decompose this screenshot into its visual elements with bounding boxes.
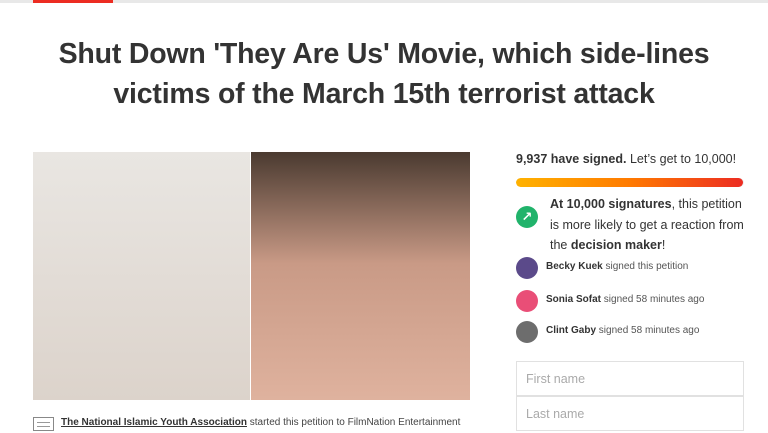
signature-count: 9,937 have signed. Let’s get to 10,000! <box>516 152 746 166</box>
organization-link[interactable]: The National Islamic Youth Association <box>61 417 247 428</box>
signer-name: Sonia Sofat <box>546 294 602 305</box>
starter-text: The National Islamic Youth Association s… <box>61 417 460 428</box>
recent-signer-text: Sonia Sofat signed 58 minutes ago <box>546 294 704 305</box>
reaction-text: At 10,000 signatures, this petition is m… <box>550 194 746 256</box>
signer-action: signed 58 minutes ago <box>603 294 705 305</box>
photo-right-panel <box>251 152 470 400</box>
trending-up-icon: ↗ <box>516 206 538 228</box>
recent-signer-text: Becky Kuek signed this petition <box>546 261 688 272</box>
organization-icon <box>33 417 54 431</box>
recent-signer: Clint Gaby signed 58 minutes ago <box>516 321 746 343</box>
signature-progress-fill <box>516 178 743 187</box>
signature-progress-bar <box>516 178 744 187</box>
recent-signer: Sonia Sofat signed 58 minutes ago <box>516 290 746 312</box>
reaction-threshold: At 10,000 signatures <box>550 197 672 211</box>
recent-signer: Becky Kuek signed this petition <box>516 257 746 279</box>
avatar <box>516 321 538 343</box>
starter-target: started this petition to FilmNation Ente… <box>246 417 461 428</box>
active-tab-indicator <box>33 0 113 3</box>
signer-action: signed 58 minutes ago <box>598 325 700 336</box>
avatar <box>516 257 538 279</box>
goal-text: Let’s get to 10,000! <box>629 152 737 166</box>
signer-name: Clint Gaby <box>546 325 597 336</box>
reaction-decision-maker: decision maker <box>570 238 662 252</box>
petition-title: Shut Down 'They Are Us' Movie, which sid… <box>58 38 710 110</box>
reaction-end: ! <box>661 238 666 252</box>
petition-starter: The National Islamic Youth Association s… <box>33 416 493 432</box>
photo-left-panel <box>33 152 250 400</box>
signer-action: signed this petition <box>605 261 689 272</box>
last-name-field[interactable] <box>516 396 744 431</box>
recent-signer-text: Clint Gaby signed 58 minutes ago <box>546 325 699 336</box>
avatar <box>516 290 538 312</box>
signer-name: Becky Kuek <box>546 261 603 272</box>
top-rule <box>0 0 768 3</box>
petition-photo <box>33 152 470 400</box>
first-name-field[interactable] <box>516 361 744 396</box>
signed-count-text: 9,937 have signed. <box>516 152 627 166</box>
